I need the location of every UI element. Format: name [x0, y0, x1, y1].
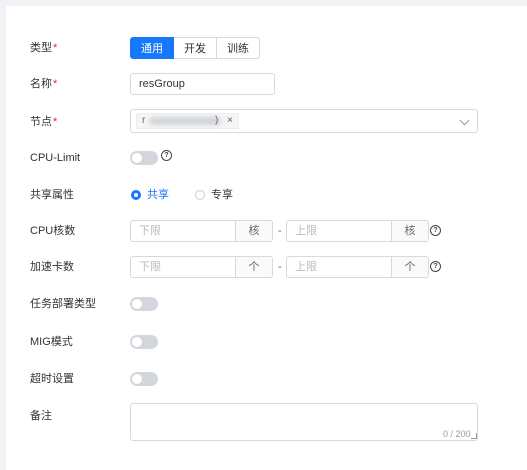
- accelerator-label: 加速卡数: [30, 261, 74, 273]
- accel-min-unit: 个: [236, 256, 273, 278]
- cpu-max-input[interactable]: 上限: [286, 220, 392, 242]
- name-input[interactable]: resGroup: [130, 73, 275, 95]
- accel-max-unit: 个: [392, 256, 429, 278]
- cpu-cores-row: CPU核数 下限 核 - 上限 核 ?: [6, 220, 527, 242]
- type-row: 类型* 通用 开发 训练: [6, 37, 527, 59]
- timeout-label: 超时设置: [30, 373, 74, 385]
- type-option-dev[interactable]: 开发: [174, 37, 217, 59]
- node-tag-suffix: ): [215, 115, 219, 126]
- cpu-min-input[interactable]: 下限: [130, 220, 236, 242]
- radio-exclusive-label[interactable]: 专享: [211, 188, 233, 202]
- cpu-limit-label: CPU-Limit: [30, 152, 81, 164]
- range-separator: -: [278, 225, 282, 237]
- radio-shared[interactable]: [131, 190, 141, 200]
- remark-label: 备注: [30, 410, 52, 422]
- task-deploy-label: 任务部署类型: [30, 298, 96, 310]
- resize-handle-icon[interactable]: [471, 433, 477, 439]
- help-icon[interactable]: ?: [161, 150, 172, 161]
- type-label: 类型*: [30, 42, 58, 54]
- type-segmented: 通用 开发 训练: [130, 37, 260, 59]
- accelerator-row: 加速卡数 下限 个 - 上限 个 ?: [6, 256, 527, 278]
- share-row: 共享属性 共享 专享: [6, 187, 527, 203]
- task-deploy-row: 任务部署类型: [6, 296, 527, 312]
- type-option-general[interactable]: 通用: [130, 37, 174, 59]
- remark-counter: 0 / 200: [443, 429, 471, 439]
- radio-shared-label[interactable]: 共享: [147, 188, 169, 202]
- node-select[interactable]: r ) ×: [130, 109, 478, 133]
- cpu-min-unit: 核: [236, 220, 273, 242]
- remark-textarea[interactable]: [130, 403, 478, 441]
- cpu-max-unit: 核: [392, 220, 429, 242]
- name-row: 名称* resGroup: [6, 73, 527, 95]
- accel-max-input[interactable]: 上限: [286, 256, 392, 278]
- node-tag: r ) ×: [136, 113, 239, 129]
- cpu-limit-switch[interactable]: [130, 151, 158, 165]
- share-label: 共享属性: [30, 189, 74, 201]
- node-tag-prefix: r: [142, 115, 146, 126]
- task-deploy-switch[interactable]: [130, 297, 158, 311]
- mig-row: MIG模式: [6, 334, 527, 350]
- mig-switch[interactable]: [130, 335, 158, 349]
- radio-exclusive[interactable]: [195, 190, 205, 200]
- remark-row: 备注 0 / 200: [6, 403, 527, 443]
- cpu-limit-row: CPU-Limit ?: [6, 150, 527, 166]
- node-tag-redacted: [149, 117, 221, 125]
- help-icon[interactable]: ?: [430, 225, 441, 236]
- accel-min-input[interactable]: 下限: [130, 256, 236, 278]
- chevron-down-icon[interactable]: [459, 115, 470, 126]
- timeout-switch[interactable]: [130, 372, 158, 386]
- type-option-train[interactable]: 训练: [217, 37, 260, 59]
- mig-label: MIG模式: [30, 336, 73, 348]
- timeout-row: 超时设置: [6, 371, 527, 387]
- cpu-cores-label: CPU核数: [30, 225, 76, 237]
- node-label: 节点*: [30, 116, 58, 128]
- range-separator: -: [278, 261, 282, 273]
- form-panel: 类型* 通用 开发 训练 名称* resGroup 节点* r ) × CPU-…: [6, 6, 527, 470]
- tag-close-icon[interactable]: ×: [227, 114, 233, 128]
- name-label: 名称*: [30, 78, 58, 90]
- node-row: 节点* r ) ×: [6, 109, 527, 133]
- help-icon[interactable]: ?: [430, 261, 441, 272]
